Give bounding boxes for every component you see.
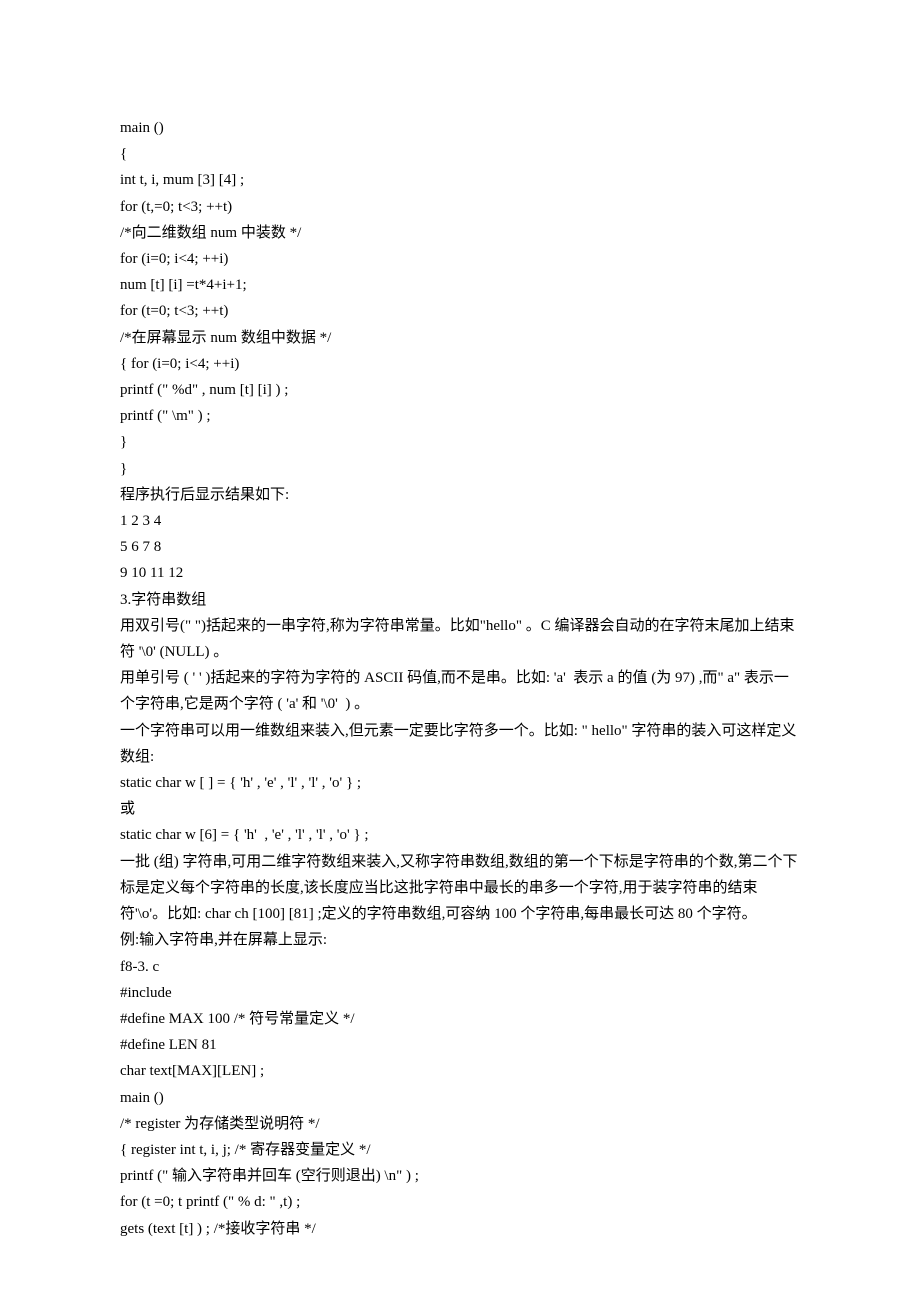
code-line: /*在屏幕显示 num 数组中数据 */ [120, 325, 800, 351]
code-line: for (i=0; i<4; ++i) [120, 246, 800, 272]
code-line: for (t =0; t printf (" % d: " ,t) ; [120, 1189, 800, 1215]
code-line: char text[MAX][LEN] ; [120, 1058, 800, 1084]
code-line: printf (" 输入字符串并回车 (空行则退出) \n" ) ; [120, 1163, 800, 1189]
code-line: main () [120, 115, 800, 141]
code-line: printf (" %d" , num [t] [i] ) ; [120, 377, 800, 403]
document-page: main () { int t, i, mum [3] [4] ; for (t… [0, 0, 920, 1302]
code-line: for (t,=0; t<3; ++t) [120, 194, 800, 220]
paragraph-line: 用双引号(" ")括起来的一串字符,称为字符串常量。比如"hello" 。C 编… [120, 613, 800, 665]
paragraph-line: 一个字符串可以用一维数组来装入,但元素一定要比字符多一个。比如: " hello… [120, 718, 800, 770]
code-line: static char w [6] = { 'h' , 'e' , 'l' , … [120, 822, 800, 848]
code-line: #define MAX 100 /* 符号常量定义 */ [120, 1006, 800, 1032]
code-line: static char w [ ] = { 'h' , 'e' , 'l' , … [120, 770, 800, 796]
code-line: for (t=0; t<3; ++t) [120, 298, 800, 324]
code-line: { [120, 141, 800, 167]
code-line: int t, i, mum [3] [4] ; [120, 167, 800, 193]
code-line: num [t] [i] =t*4+i+1; [120, 272, 800, 298]
output-line: 5 6 7 8 [120, 534, 800, 560]
text-line: 程序执行后显示结果如下: [120, 482, 800, 508]
code-line: /*向二维数组 num 中装数 */ [120, 220, 800, 246]
code-line: #include [120, 980, 800, 1006]
code-line: main () [120, 1085, 800, 1111]
code-line: /* register 为存储类型说明符 */ [120, 1111, 800, 1137]
paragraph-line: 一批 (组) 字符串,可用二维字符数组来装入,又称字符串数组,数组的第一个下标是… [120, 849, 800, 928]
code-line: printf (" \m" ) ; [120, 403, 800, 429]
output-line: 9 10 11 12 [120, 560, 800, 586]
paragraph-line: 用单引号 ( ' ' )括起来的字符为字符的 ASCII 码值,而不是串。比如:… [120, 665, 800, 717]
code-line: } [120, 429, 800, 455]
code-line: } [120, 456, 800, 482]
code-line: { for (i=0; i<4; ++i) [120, 351, 800, 377]
code-line: f8-3. c [120, 954, 800, 980]
text-line: 或 [120, 796, 800, 822]
output-line: 1 2 3 4 [120, 508, 800, 534]
code-line: { register int t, i, j; /* 寄存器变量定义 */ [120, 1137, 800, 1163]
heading-line: 3.字符串数组 [120, 587, 800, 613]
code-line: #define LEN 81 [120, 1032, 800, 1058]
code-line: gets (text [t] ) ; /*接收字符串 */ [120, 1216, 800, 1242]
text-line: 例:输入字符串,并在屏幕上显示: [120, 927, 800, 953]
